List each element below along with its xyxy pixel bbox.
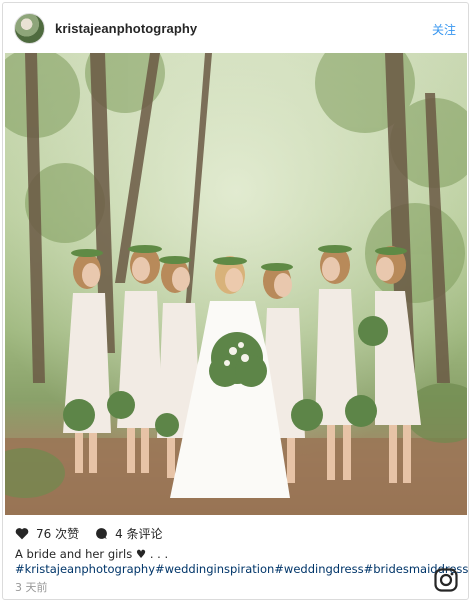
like-count[interactable]: 76 次赞 [36,525,79,542]
post-photo[interactable] [5,53,467,515]
post-header: kristajeanphotography 关注 [3,3,468,53]
heart-icon[interactable] [15,527,29,540]
post-timestamp: 3 天前 [15,581,48,594]
username[interactable]: kristajeanphotography [55,21,197,36]
photo-scene [5,53,467,515]
avatar[interactable] [14,13,45,44]
instagram-icon[interactable] [434,568,458,592]
post-actions: 76 次赞 4 条评论 [15,524,163,542]
comment-bubble-icon[interactable] [95,527,108,540]
comment-count[interactable]: 4 条评论 [115,525,162,542]
follow-button[interactable]: 关注 [432,21,456,38]
instagram-embed-card: kristajeanphotography 关注 76 次赞 4 条评论 A b… [2,2,469,600]
hashtag-list[interactable]: #kristajeanphotography#weddinginspiratio… [15,562,468,576]
post-caption: A bride and her girls ♥ . . . [15,547,169,561]
